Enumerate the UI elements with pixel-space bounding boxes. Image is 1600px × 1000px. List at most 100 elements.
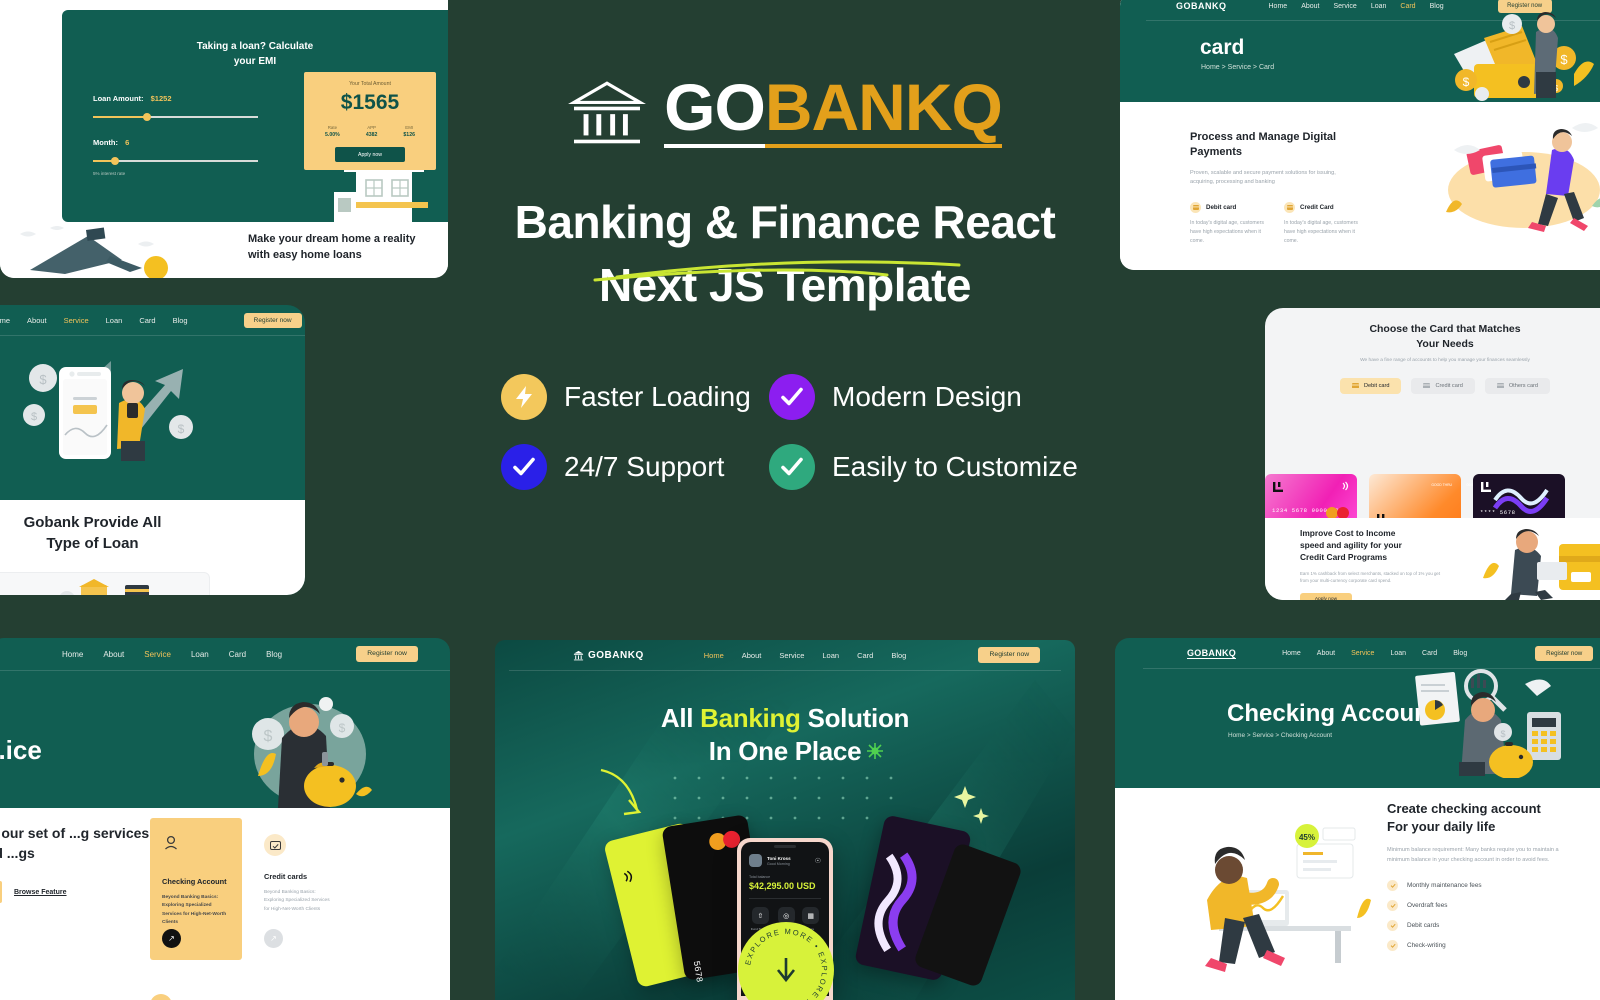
explore-more-badge[interactable]: EXPLORE MORE • EXPLORE MORE • bbox=[738, 922, 834, 1000]
promo-apply-button[interactable]: Apply now bbox=[1300, 592, 1352, 600]
month-slider-thumb[interactable] bbox=[111, 157, 120, 165]
emi-apply-button[interactable]: Apply now bbox=[335, 147, 405, 162]
promo-title-line3: Credit Card Programs bbox=[1300, 551, 1388, 562]
nav-link-loan[interactable]: Loan bbox=[822, 651, 839, 660]
check-icon bbox=[1387, 939, 1398, 951]
nav-link-about[interactable]: About bbox=[742, 651, 762, 660]
desk-illustration: 45% bbox=[1205, 824, 1371, 972]
nav-link-about[interactable]: About bbox=[27, 316, 47, 325]
nav-link-loan[interactable]: Loan bbox=[1390, 650, 1406, 657]
loan-page-navbar: Home About Service Loan Card Blog Regist… bbox=[0, 305, 305, 335]
stat-value: 5.00% bbox=[325, 132, 340, 138]
nav-logo-text[interactable]: GOBANKQ bbox=[588, 650, 644, 661]
nav-link-blog[interactable]: Blog bbox=[891, 651, 906, 660]
svg-text:$: $ bbox=[39, 372, 47, 387]
nav-logo[interactable]: GOBANKQ bbox=[1176, 1, 1227, 11]
nav-link-home[interactable]: Home bbox=[1269, 3, 1288, 10]
notification-icon[interactable]: ☉ bbox=[815, 857, 821, 865]
bank-icon bbox=[573, 650, 584, 660]
decor-dot bbox=[150, 994, 172, 1000]
month-value: 6 bbox=[125, 138, 130, 147]
debit-card-icon bbox=[1190, 201, 1201, 213]
stat-label: EMI bbox=[405, 125, 414, 130]
loan-amount-slider[interactable] bbox=[93, 113, 258, 121]
nav-link-blog[interactable]: Blog bbox=[173, 316, 188, 325]
stat-value: 4382 bbox=[365, 132, 378, 138]
tab-others-card[interactable]: Others card bbox=[1484, 377, 1551, 394]
svg-text:$: $ bbox=[1560, 52, 1568, 67]
tab-debit-card[interactable]: Debit card bbox=[1339, 377, 1402, 394]
nav-link-card[interactable]: Card bbox=[857, 651, 873, 660]
loan-assets-illustration: $ $ $ bbox=[60, 579, 149, 595]
checking-page-title: Checking Account bbox=[1227, 700, 1437, 727]
contactless-icon bbox=[1342, 481, 1349, 491]
nav-link-home[interactable]: Home bbox=[62, 650, 83, 659]
hero-title-line2: In One Place bbox=[708, 735, 862, 766]
svg-text:$: $ bbox=[31, 411, 37, 423]
card-meta-left: GOOD THRU bbox=[1431, 483, 1452, 487]
nav-link-about[interactable]: About bbox=[1301, 3, 1319, 10]
nav-link-service[interactable]: Service bbox=[779, 651, 804, 660]
page-title: Banking & Finance React Next JS Template bbox=[515, 191, 1056, 318]
choose-card-title-line2: Your Needs bbox=[1416, 337, 1474, 350]
loan-amount-slider-thumb[interactable] bbox=[142, 113, 151, 121]
service-card-credit[interactable]: Credit cards Beyond Banking Basics: Expl… bbox=[252, 818, 344, 960]
home-hero-panel: GOBANKQ Home About Service Loan Card Blo… bbox=[495, 640, 1075, 1000]
register-button[interactable]: Register now bbox=[978, 647, 1041, 663]
emi-footer-text: Make your dream home a reality with easy… bbox=[248, 233, 416, 261]
checking-heading-line1: Create checking account bbox=[1387, 801, 1541, 816]
phone-balance: $42,295.00 USD bbox=[749, 881, 816, 891]
register-button[interactable]: Register now bbox=[356, 646, 419, 662]
svg-text:$: $ bbox=[264, 728, 273, 745]
stat-label: Rate bbox=[327, 125, 338, 130]
credit-card-icon bbox=[1284, 201, 1295, 213]
checking-body: Minimum balance requirement: Many banks … bbox=[1387, 846, 1559, 863]
loan-page-panel: Home About Service Loan Card Blog Regist… bbox=[0, 305, 305, 595]
month-slider[interactable] bbox=[93, 157, 258, 165]
checking-page-breadcrumb: Home > Service > Checking Account bbox=[1228, 732, 1333, 739]
nav-logo-text[interactable]: GOBANKQ bbox=[1187, 648, 1237, 659]
nav-link-blog[interactable]: Blog bbox=[1430, 3, 1444, 10]
nav-link-home[interactable]: Home bbox=[1282, 650, 1301, 657]
nav-link-card[interactable]: Card bbox=[139, 316, 155, 325]
register-button[interactable]: Register now bbox=[243, 312, 302, 328]
browse-feature-link[interactable]: Browse Feature bbox=[14, 889, 67, 896]
payments-illustration bbox=[1446, 123, 1600, 232]
brand-name-gold: BANKQ bbox=[764, 70, 1003, 148]
nav-link-home[interactable]: Home bbox=[0, 316, 10, 325]
brand-icon bbox=[1273, 482, 1283, 492]
register-button[interactable]: Register now bbox=[1535, 645, 1594, 661]
promo-illustration bbox=[1483, 529, 1600, 600]
nav-link-service[interactable]: Service bbox=[1333, 3, 1356, 10]
service-page-panel: Home About Service Loan Card Blog Regist… bbox=[0, 638, 450, 1000]
nav-link-service[interactable]: Service bbox=[144, 650, 171, 659]
check-circle-icon bbox=[769, 443, 815, 490]
debit-card-text: In today's digital age, customers have h… bbox=[1190, 219, 1264, 244]
svg-text:$: $ bbox=[339, 721, 346, 735]
avatar bbox=[749, 854, 762, 867]
debit-card-title: Debit card bbox=[1206, 203, 1237, 211]
nav-link-service[interactable]: Service bbox=[64, 316, 89, 325]
service-card-arrow-button[interactable]: ↗ bbox=[264, 929, 283, 948]
nav-link-card[interactable]: Card bbox=[229, 650, 246, 659]
hero-title-c: Solution bbox=[800, 703, 910, 733]
nav-link-blog[interactable]: Blog bbox=[266, 650, 282, 659]
card-icon bbox=[1423, 382, 1431, 389]
check-icon bbox=[1387, 919, 1398, 931]
service-card-title: Credit cards bbox=[264, 872, 308, 881]
nav-link-blog[interactable]: Blog bbox=[1453, 650, 1467, 657]
service-card-checking[interactable]: Checking Account Beyond Banking Basics: … bbox=[150, 818, 242, 960]
nav-link-loan[interactable]: Loan bbox=[1371, 3, 1387, 10]
tab-credit-card[interactable]: Credit card bbox=[1411, 377, 1475, 394]
nav-link-service[interactable]: Service bbox=[1351, 650, 1374, 657]
nav-link-about[interactable]: About bbox=[1317, 650, 1335, 657]
nav-link-card[interactable]: Card bbox=[1422, 650, 1437, 657]
checklist-item: Monthly maintenance fees bbox=[1387, 879, 1587, 891]
nav-link-card[interactable]: Card bbox=[1400, 3, 1415, 10]
stat-label: APP bbox=[367, 125, 376, 130]
nav-link-loan[interactable]: Loan bbox=[191, 650, 209, 659]
service-card-arrow-button[interactable]: ↗ bbox=[162, 929, 181, 948]
nav-link-loan[interactable]: Loan bbox=[106, 316, 123, 325]
nav-link-about[interactable]: About bbox=[103, 650, 124, 659]
nav-link-home[interactable]: Home bbox=[704, 651, 724, 660]
